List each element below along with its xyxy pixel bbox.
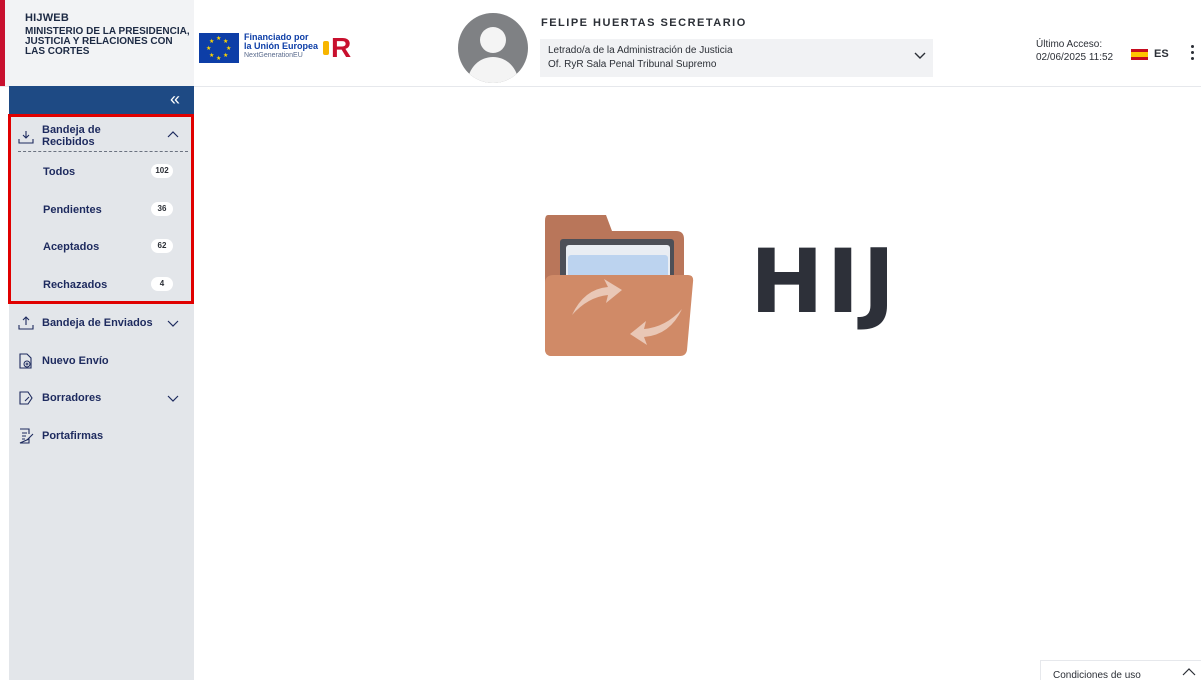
chevron-up-icon <box>167 131 179 138</box>
app-name: HIJWEB <box>25 12 69 24</box>
ministry-name: MINISTERIO DE LA PRESIDENCIA, JUSTICIA Y… <box>25 26 190 57</box>
sidebar-item-sent-label: Bandeja de Enviados <box>42 317 153 329</box>
eu-logo-line3: NextGenerationEU <box>244 52 303 59</box>
sidebar-subitem-rejected[interactable]: Rechazados 4 <box>43 277 173 291</box>
sidebar-item-new-send-label: Nuevo Envío <box>42 355 109 367</box>
avatar[interactable] <box>458 13 528 83</box>
user-name: FELIPE HUERTAS SECRETARIO <box>541 17 747 29</box>
new-document-icon <box>19 353 32 369</box>
hij-logo-text: HIJ <box>750 230 899 333</box>
signature-document-icon <box>19 428 34 444</box>
draft-document-icon <box>19 391 33 405</box>
count-badge: 4 <box>151 277 173 291</box>
top-header: HIJWEB MINISTERIO DE LA PRESIDENCIA, JUS… <box>0 0 1201 87</box>
sidebar-subitem-pending[interactable]: Pendientes 36 <box>43 202 173 216</box>
role-line2: Of. RyR Sala Penal Tribunal Supremo <box>548 59 717 70</box>
sidebar-subitem-all[interactable]: Todos 102 <box>43 164 173 178</box>
chevron-down-icon <box>914 52 926 59</box>
eu-funding-logo: ★ ★ ★ ★ ★ ★ ★ ★ Financiado por la Unión Euro… <box>199 33 319 63</box>
role-select[interactable]: Letrado/a de la Administración de Justic… <box>540 39 933 77</box>
count-badge: 102 <box>151 164 173 178</box>
upload-tray-icon <box>18 316 34 330</box>
eu-flag-icon: ★ ★ ★ ★ ★ ★ ★ ★ <box>199 33 239 63</box>
terms-of-use-tab[interactable]: Condiciones de uso <box>1040 660 1201 681</box>
download-tray-icon <box>18 131 34 144</box>
sidebar-item-drafts[interactable]: Borradores <box>18 389 188 409</box>
brand-block: HIJWEB MINISTERIO DE LA PRESIDENCIA, JUS… <box>0 0 194 86</box>
count-badge: 36 <box>151 202 173 216</box>
sidebar-top-bar: « <box>9 86 194 115</box>
chevron-down-icon <box>167 320 179 327</box>
collapse-sidebar-icon[interactable]: « <box>170 89 180 110</box>
role-line1: Letrado/a de la Administración de Justic… <box>548 45 733 56</box>
chevron-up-icon <box>1182 668 1196 676</box>
language-code: ES <box>1154 48 1169 60</box>
last-access-label: Último Acceso: <box>1036 39 1103 50</box>
terms-of-use-label: Condiciones de uso <box>1053 670 1141 681</box>
spain-flag-icon <box>1131 48 1148 60</box>
count-badge: 62 <box>151 239 173 253</box>
chevron-down-icon <box>167 395 179 402</box>
sidebar-item-signatures-label: Portafirmas <box>42 430 104 442</box>
language-selector[interactable]: ES <box>1131 48 1169 60</box>
sidebar-item-inbox-label: Bandeja de Recibidos <box>42 124 101 148</box>
recovery-plan-logo: R <box>323 32 357 63</box>
sidebar-item-drafts-label: Borradores <box>42 392 102 404</box>
more-menu-icon[interactable] <box>1190 42 1196 60</box>
last-access-value: 02/06/2025 11:52 <box>1036 52 1114 63</box>
sidebar-subitem-accepted[interactable]: Aceptados 62 <box>43 239 173 253</box>
recovery-plan-logo-text: R <box>331 32 352 63</box>
sidebar-item-new-send[interactable]: Nuevo Envío <box>18 352 188 372</box>
eu-logo-line2: la Unión Europea <box>244 41 319 51</box>
sidebar-item-signatures[interactable]: Portafirmas <box>18 427 188 447</box>
sidebar-item-sent[interactable]: Bandeja de Enviados <box>18 314 188 334</box>
sidebar-item-inbox[interactable]: Bandeja de Recibidos <box>18 122 188 152</box>
last-access: Último Acceso: 02/06/2025 11:52 <box>1036 38 1113 64</box>
hij-folder-logo-icon <box>545 215 694 356</box>
